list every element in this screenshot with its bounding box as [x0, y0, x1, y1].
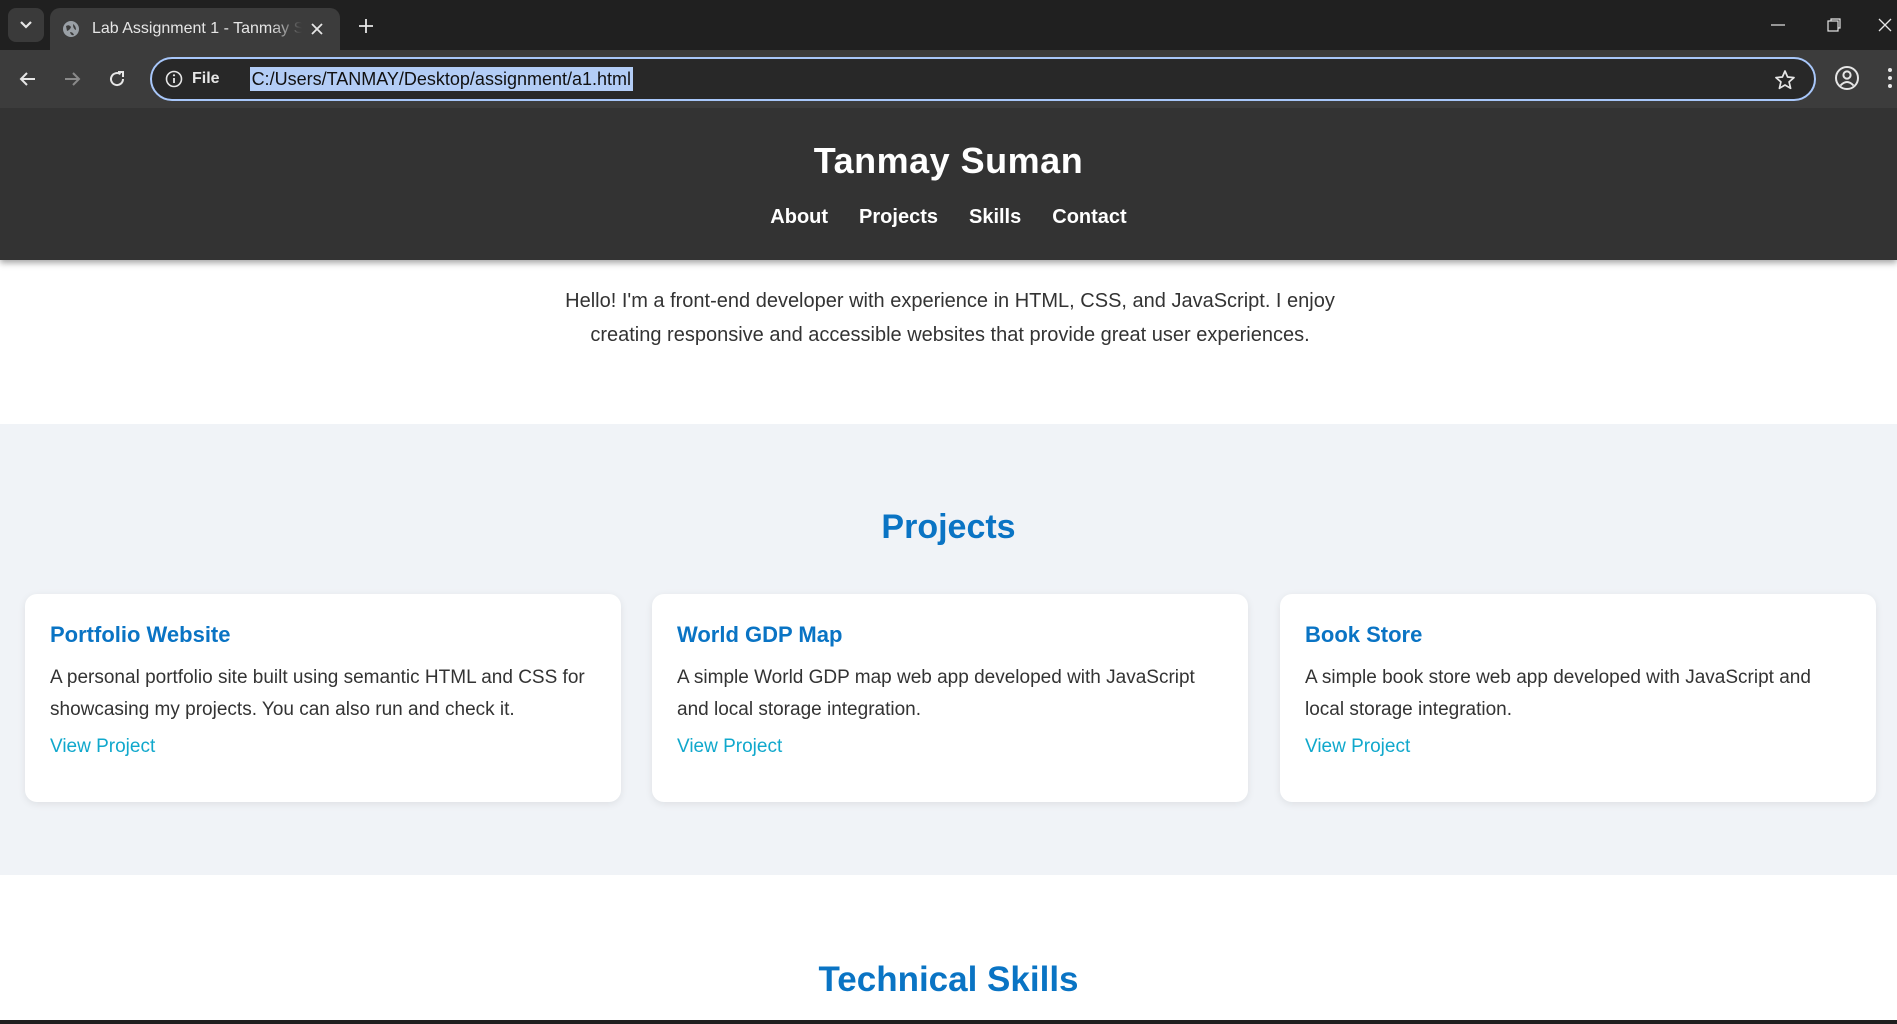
project-title: Portfolio Website [50, 622, 231, 647]
projects-heading: Projects [881, 508, 1016, 546]
back-icon[interactable] [12, 63, 44, 95]
project-title: World GDP Map [677, 622, 843, 647]
info-icon[interactable] [164, 69, 184, 89]
address-url[interactable]: C:/Users/TANMAY/Desktop/assignment/a1.ht… [249, 67, 634, 91]
tab-title: Lab Assignment 1 - Tanmay Suman [92, 20, 302, 37]
projects-section: Projects Portfolio Website A personal po… [0, 424, 1897, 875]
about-intro: Hello! I'm a front-end developer with ex… [565, 290, 1335, 346]
reload-icon[interactable] [101, 63, 133, 95]
profile-icon[interactable] [1833, 64, 1861, 92]
window-close-icon[interactable] [1865, 10, 1897, 40]
close-icon[interactable] [306, 18, 328, 40]
project-card: World GDP Map A simple World GDP map web… [652, 594, 1248, 802]
star-icon[interactable] [1774, 69, 1796, 91]
globe-icon [63, 21, 79, 37]
address-chip: File [192, 70, 220, 87]
window-bottom-edge [0, 1020, 1897, 1024]
more-icon[interactable] [1883, 64, 1897, 92]
nav-contact[interactable]: Contact [1052, 206, 1126, 229]
tab-strip: Lab Assignment 1 - Tanmay Suman [0, 0, 1897, 50]
view-project-link[interactable]: View Project [1305, 736, 1410, 758]
browser-toolbar: File C:/Users/TANMAY/Desktop/assignment/… [0, 50, 1897, 108]
project-card: Portfolio Website A personal portfolio s… [25, 594, 621, 802]
nav-about[interactable]: About [770, 206, 828, 229]
project-description: A simple World GDP map web app developed… [677, 667, 1195, 720]
site-nav: About Projects Skills Contact [0, 206, 1897, 229]
nav-projects[interactable]: Projects [859, 206, 938, 229]
forward-icon[interactable] [56, 63, 88, 95]
browser-tab[interactable]: Lab Assignment 1 - Tanmay Suman [50, 8, 340, 50]
project-description: A simple book store web app developed wi… [1305, 667, 1811, 720]
nav-skills[interactable]: Skills [969, 206, 1021, 229]
project-card: Book Store A simple book store web app d… [1280, 594, 1876, 802]
restore-icon[interactable] [1814, 10, 1854, 40]
minimize-icon[interactable] [1758, 10, 1798, 40]
site-header: Tanmay Suman About Projects Skills Conta… [0, 108, 1897, 260]
skills-heading: Technical Skills [818, 960, 1079, 999]
site-title: Tanmay Suman [813, 140, 1084, 181]
address-bar[interactable]: File C:/Users/TANMAY/Desktop/assignment/… [150, 57, 1816, 101]
project-title: Book Store [1305, 622, 1423, 647]
page-viewport: Tanmay Suman About Projects Skills Conta… [0, 108, 1897, 1020]
tab-search-icon[interactable] [8, 8, 44, 42]
view-project-link[interactable]: View Project [677, 736, 782, 758]
view-project-link[interactable]: View Project [50, 736, 155, 758]
plus-icon[interactable] [352, 12, 380, 40]
project-description: A personal portfolio site built using se… [50, 667, 585, 720]
